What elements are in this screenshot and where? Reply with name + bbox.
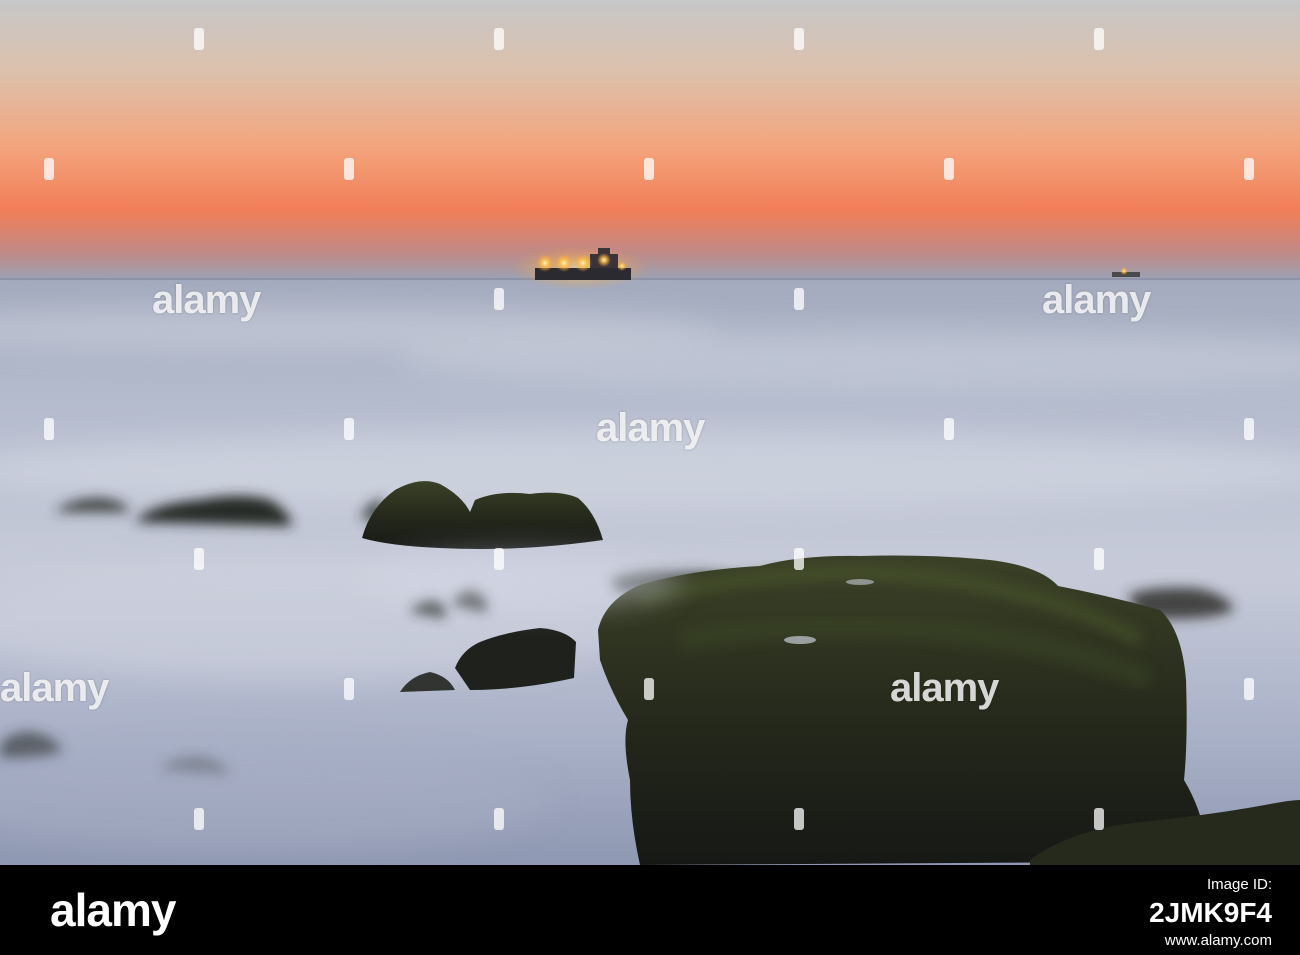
watermark-mark	[194, 548, 204, 570]
photo: alamy alamy alamy alamy alamy	[0, 0, 1300, 865]
watermark-mark	[1244, 678, 1254, 700]
watermark-text: alamy	[596, 406, 705, 450]
image-id: 2JMK9F4	[1149, 897, 1272, 928]
watermark-mark	[1244, 158, 1254, 180]
watermark-mark	[44, 158, 54, 180]
watermark-text: alamy	[0, 666, 109, 710]
watermark-mark	[344, 418, 354, 440]
watermark-text: alamy	[152, 278, 261, 322]
watermark-mark	[944, 418, 954, 440]
watermark-mark	[1094, 28, 1104, 50]
watermark-mark	[494, 28, 504, 50]
watermark-mark	[344, 158, 354, 180]
watermark-mark	[194, 808, 204, 830]
watermark-mark	[194, 28, 204, 50]
footer-bar: alamy Image ID: 2JMK9F4 www.alamy.com	[0, 865, 1300, 955]
watermark-text: alamy	[890, 666, 999, 710]
watermark-mark	[494, 548, 504, 570]
watermark-text: alamy	[1042, 278, 1151, 322]
footer-logo: alamy	[50, 884, 176, 936]
watermark-mark	[644, 678, 654, 700]
watermark-mark	[1094, 808, 1104, 830]
watermark-mark	[494, 288, 504, 310]
watermark-mark	[494, 808, 504, 830]
image-meta: Image ID: 2JMK9F4 www.alamy.com	[1149, 875, 1272, 951]
watermark-mark	[794, 548, 804, 570]
watermark-mark	[794, 808, 804, 830]
watermark-mark	[794, 288, 804, 310]
image-id-label: Image ID:	[1206, 876, 1272, 893]
site-url: www.alamy.com	[1164, 932, 1272, 949]
cargo-ship	[510, 246, 650, 290]
watermark-mark	[1244, 418, 1254, 440]
watermark-mark	[1094, 548, 1104, 570]
watermark-mark	[344, 678, 354, 700]
watermark-mark	[944, 158, 954, 180]
watermark-mark	[794, 28, 804, 50]
watermark-mark	[44, 418, 54, 440]
watermark-mark	[644, 158, 654, 180]
